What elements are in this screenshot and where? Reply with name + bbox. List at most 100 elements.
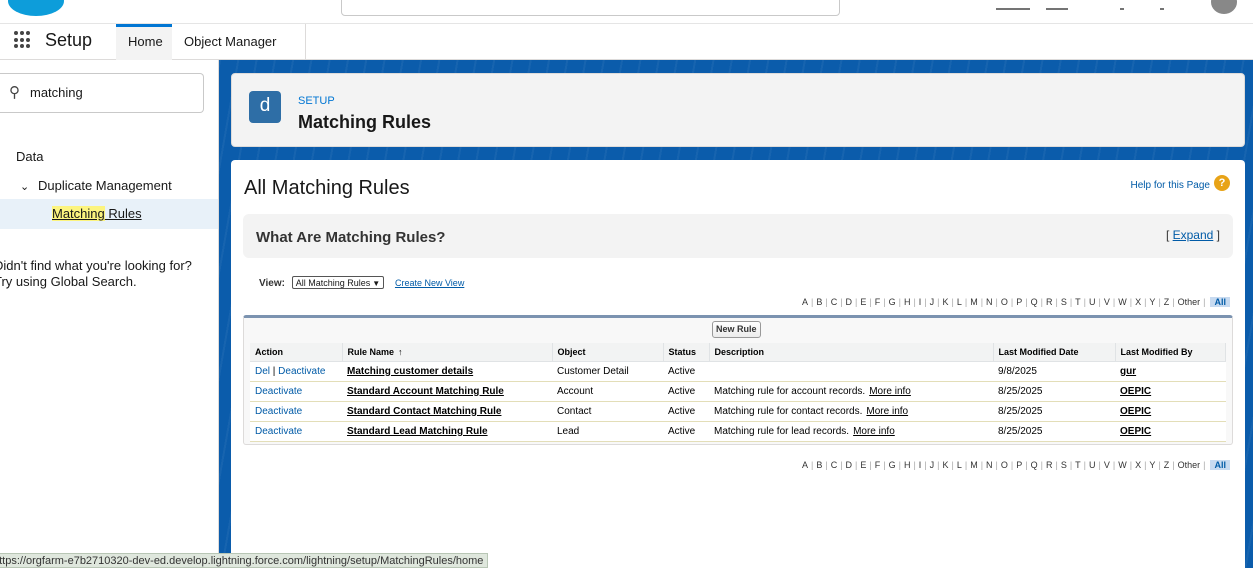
alpha-filter-t[interactable]: T	[1075, 297, 1081, 307]
alpha-filter-l[interactable]: L	[957, 460, 962, 470]
alpha-filter-z[interactable]: Z	[1164, 297, 1170, 307]
alpha-filter-y[interactable]: Y	[1149, 297, 1155, 307]
alpha-filter-r[interactable]: R	[1046, 460, 1053, 470]
modified-by-link[interactable]: OEPIC	[1120, 386, 1151, 397]
help-for-page-link[interactable]: Help for this Page	[1131, 180, 1211, 191]
alpha-filter-u[interactable]: U	[1089, 297, 1096, 307]
alpha-filter-f[interactable]: F	[875, 460, 881, 470]
modified-by-link[interactable]: OEPIC	[1120, 426, 1151, 437]
alpha-filter-v[interactable]: V	[1104, 297, 1110, 307]
tree-item-matching-rules[interactable]: Matching Rules	[0, 199, 218, 229]
help-icon[interactable]: ?	[1214, 175, 1230, 191]
alpha-filter-p[interactable]: P	[1016, 297, 1022, 307]
col-rule-name[interactable]: Rule Name ↑	[342, 343, 553, 362]
alpha-filter-w[interactable]: W	[1118, 460, 1127, 470]
more-info-link[interactable]: More info	[869, 386, 911, 397]
app-launcher-icon[interactable]	[14, 31, 32, 49]
tab-home[interactable]: Home	[116, 24, 172, 60]
deactivate-link[interactable]: Deactivate	[255, 386, 302, 397]
global-search-input[interactable]	[341, 0, 840, 16]
alpha-filter-t[interactable]: T	[1075, 460, 1081, 470]
alpha-filter-w[interactable]: W	[1118, 297, 1127, 307]
alpha-filter-j[interactable]: J	[930, 460, 935, 470]
more-info-link[interactable]: More info	[853, 426, 895, 437]
rule-name-link[interactable]: Matching customer details	[347, 366, 473, 377]
notifications-icon[interactable]	[1160, 2, 1164, 10]
tree-group-duplicate-management[interactable]: ⌄ Duplicate Management	[20, 178, 172, 193]
alpha-filter-m[interactable]: M	[970, 460, 978, 470]
alpha-filter-c[interactable]: C	[831, 297, 838, 307]
new-rule-button[interactable]: New Rule	[712, 321, 761, 338]
alpha-filter-f[interactable]: F	[875, 297, 881, 307]
view-select[interactable]: All Matching Rules ▼	[291, 276, 385, 289]
deactivate-link[interactable]: Deactivate	[278, 366, 325, 377]
alpha-filter-c[interactable]: C	[831, 460, 838, 470]
user-avatar[interactable]	[1211, 0, 1237, 14]
more-info-link[interactable]: More info	[866, 406, 908, 417]
alpha-filter-all[interactable]: All	[1210, 460, 1230, 470]
alpha-filter-d[interactable]: D	[846, 297, 853, 307]
alpha-filter-m[interactable]: M	[970, 297, 978, 307]
alpha-filter-other[interactable]: Other	[1178, 460, 1201, 470]
col-status[interactable]: Status	[663, 343, 710, 362]
alpha-filter-e[interactable]: E	[860, 297, 866, 307]
global-actions-icon[interactable]	[1046, 2, 1068, 10]
breadcrumb-setup[interactable]: SETUP	[298, 95, 335, 107]
alpha-filter-h[interactable]: H	[904, 460, 911, 470]
delete-link[interactable]: Del	[255, 366, 270, 377]
modified-by-link[interactable]: gur	[1120, 366, 1136, 377]
alpha-filter-s[interactable]: S	[1061, 297, 1067, 307]
alpha-filter-k[interactable]: K	[942, 297, 948, 307]
alpha-filter-l[interactable]: L	[957, 297, 962, 307]
alpha-filter-a[interactable]: A	[802, 460, 808, 470]
alpha-filter-o[interactable]: O	[1001, 297, 1008, 307]
alpha-filter-g[interactable]: G	[889, 460, 896, 470]
alpha-filter-j[interactable]: J	[930, 297, 935, 307]
alpha-filter-d[interactable]: D	[846, 460, 853, 470]
deactivate-link[interactable]: Deactivate	[255, 426, 302, 437]
alpha-filter-q[interactable]: Q	[1031, 460, 1038, 470]
rule-name-link[interactable]: Standard Account Matching Rule	[347, 386, 504, 397]
alpha-filter-k[interactable]: K	[942, 460, 948, 470]
tree-section-data[interactable]: Data	[16, 149, 43, 164]
alpha-filter-q[interactable]: Q	[1031, 297, 1038, 307]
salesforce-logo[interactable]	[8, 0, 64, 16]
alpha-filter-r[interactable]: R	[1046, 297, 1053, 307]
alpha-filter-h[interactable]: H	[904, 297, 911, 307]
col-last-modified-by[interactable]: Last Modified By	[1115, 343, 1226, 362]
create-new-view-link[interactable]: Create New View	[395, 278, 464, 288]
alpha-filter-i[interactable]: I	[919, 460, 922, 470]
alpha-filter-b[interactable]: B	[816, 460, 822, 470]
alpha-filter-n[interactable]: N	[986, 460, 993, 470]
tree-item-link[interactable]: Matching Rules	[52, 206, 142, 221]
rule-name-link[interactable]: Standard Lead Matching Rule	[347, 426, 488, 437]
chevron-down-icon[interactable]: ⌄	[20, 180, 38, 193]
alpha-filter-x[interactable]: X	[1135, 460, 1141, 470]
quick-find-input[interactable]: ⚲ matching	[0, 73, 204, 113]
alpha-filter-all[interactable]: All	[1210, 297, 1230, 307]
alpha-filter-o[interactable]: O	[1001, 460, 1008, 470]
alpha-filter-u[interactable]: U	[1089, 460, 1096, 470]
alpha-filter-s[interactable]: S	[1061, 460, 1067, 470]
alpha-filter-p[interactable]: P	[1016, 460, 1022, 470]
alpha-filter-x[interactable]: X	[1135, 297, 1141, 307]
alpha-filter-y[interactable]: Y	[1149, 460, 1155, 470]
alpha-filter-g[interactable]: G	[889, 297, 896, 307]
alpha-filter-i[interactable]: I	[919, 297, 922, 307]
modified-by-link[interactable]: OEPIC	[1120, 406, 1151, 417]
expand-link[interactable]: Expand	[1173, 228, 1214, 242]
tab-object-manager[interactable]: Object Manager⌄	[172, 24, 306, 85]
rule-name-link[interactable]: Standard Contact Matching Rule	[347, 406, 501, 417]
alpha-filter-z[interactable]: Z	[1164, 460, 1170, 470]
col-last-modified-date[interactable]: Last Modified Date	[993, 343, 1116, 362]
deactivate-link[interactable]: Deactivate	[255, 406, 302, 417]
col-object[interactable]: Object	[552, 343, 664, 362]
help-header-icon[interactable]	[1120, 2, 1124, 10]
alpha-filter-other[interactable]: Other	[1178, 297, 1201, 307]
col-description[interactable]: Description	[709, 343, 994, 362]
alpha-filter-v[interactable]: V	[1104, 460, 1110, 470]
favorites-icon[interactable]	[996, 2, 1030, 10]
alpha-filter-e[interactable]: E	[860, 460, 866, 470]
alpha-filter-a[interactable]: A	[802, 297, 808, 307]
alpha-filter-n[interactable]: N	[986, 297, 993, 307]
